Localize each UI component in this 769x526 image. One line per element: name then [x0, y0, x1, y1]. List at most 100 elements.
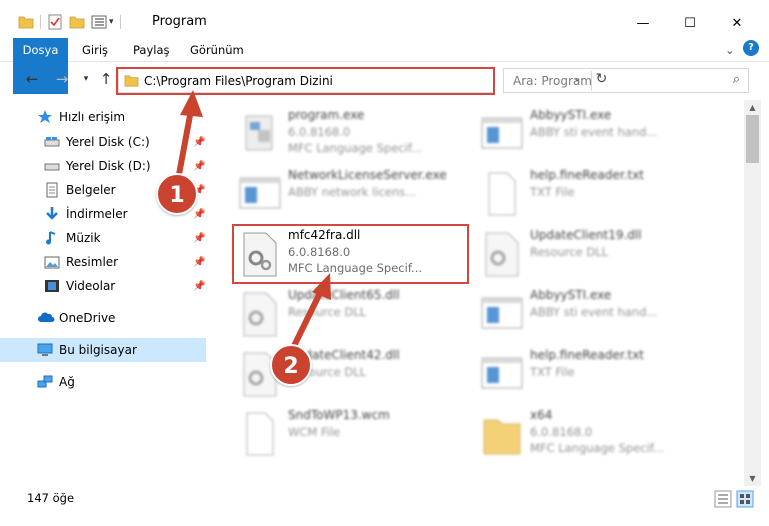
ribbon-tabs: Dosya Giriş Paylaş Görünüm ⌄ ?	[0, 38, 769, 94]
documents-icon	[44, 182, 60, 198]
sidebar-item-label: OneDrive	[59, 311, 116, 325]
navigation-pane: Hızlı erişim Yerel Disk (C:) 📌 Yerel Dis…	[0, 100, 208, 486]
computer-icon	[37, 342, 53, 358]
file-item[interactable]: program.exe 6.0.8168.0 MFC Language Spec…	[238, 108, 478, 164]
scroll-down-icon[interactable]: ▼	[744, 471, 761, 486]
sidebar-item-label: Müzik	[66, 231, 101, 245]
sidebar-item-label: Ağ	[59, 375, 75, 389]
scrollbar-thumb[interactable]	[746, 115, 759, 163]
folder-icon	[483, 419, 521, 455]
file-item[interactable]: UpdateClient19.dll Resource DLL	[480, 228, 720, 284]
quick-access-toolbar: ▾	[18, 12, 127, 32]
file-item[interactable]: SndToWP13.wcm WCM File	[238, 408, 478, 464]
sidebar-item-local-disk-c[interactable]: Yerel Disk (C:) 📌	[0, 130, 206, 154]
file-item[interactable]: help.fineReader.txt TXT File	[480, 348, 720, 404]
new-folder-icon[interactable]	[69, 15, 85, 29]
file-item[interactable]: NetworkLicenseServer.exe ABBY network li…	[238, 168, 478, 224]
separator	[40, 15, 41, 29]
file-item[interactable]: AbbyySTI.exe ABBY sti event hand...	[480, 108, 720, 164]
sidebar-item-pictures[interactable]: Resimler 📌	[0, 250, 206, 274]
scroll-up-icon[interactable]: ▲	[744, 100, 761, 115]
file-description: MFC Language Specif...	[288, 141, 423, 155]
pin-icon[interactable]: 📌	[193, 137, 205, 148]
app-window-icon	[481, 357, 523, 389]
music-icon	[44, 230, 60, 246]
file-name: program.exe	[288, 108, 365, 122]
close-button[interactable]: ✕	[714, 8, 760, 38]
file-description: ABBY sti event hand...	[530, 305, 658, 319]
sidebar-item-onedrive[interactable]: OneDrive	[0, 306, 206, 330]
download-icon	[44, 206, 60, 222]
tab-share[interactable]: Paylaş	[133, 38, 170, 62]
file-name: SndToWP13.wcm	[288, 408, 390, 422]
drive-icon	[44, 134, 60, 150]
folder-icon	[18, 16, 34, 29]
sidebar-item-label: Resimler	[66, 255, 119, 269]
pin-icon[interactable]: 📌	[193, 257, 205, 268]
tab-home[interactable]: Giriş	[82, 38, 108, 62]
drive-icon	[44, 158, 60, 174]
exe-icon	[245, 115, 273, 151]
forward-arrow-icon[interactable]: →	[52, 70, 72, 90]
large-icons-view-icon[interactable]	[736, 490, 754, 508]
maximize-button[interactable]: ☐	[667, 8, 713, 38]
step-1-badge: 1	[156, 173, 198, 215]
file-version: 6.0.8168.0	[530, 425, 593, 439]
file-item-mfc42fra[interactable]: mfc42fra.dll 6.0.8168.0 MFC Language Spe…	[238, 228, 478, 284]
sidebar-item-videos[interactable]: Videolar 📌	[0, 274, 206, 298]
app-window-icon	[481, 117, 523, 149]
sidebar-item-music[interactable]: Müzik 📌	[0, 226, 206, 250]
app-window-icon	[481, 297, 523, 329]
file-name: AbbyySTI.exe	[530, 288, 612, 302]
view-options-icon[interactable]	[91, 15, 107, 29]
vertical-scrollbar[interactable]: ▲ ▼	[744, 100, 761, 486]
star-icon	[37, 109, 53, 125]
pin-icon[interactable]: 📌	[193, 281, 205, 292]
file-type: Resource DLL	[288, 305, 367, 319]
sidebar-item-quick-access[interactable]: Hızlı erişim	[0, 105, 206, 129]
search-input[interactable]: Ara: Program	[513, 74, 592, 88]
app-window-icon	[239, 177, 281, 209]
pin-icon[interactable]: 📌	[193, 161, 205, 172]
separator	[119, 15, 121, 29]
file-item[interactable]: x64 6.0.8168.0 MFC Language Specif...	[480, 408, 720, 464]
pin-icon[interactable]: 📌	[193, 209, 205, 220]
file-type: TXT File	[530, 185, 575, 199]
file-version: 6.0.8168.0	[288, 245, 351, 259]
tab-view[interactable]: Görünüm	[190, 38, 244, 62]
file-description: MFC Language Specif...	[530, 441, 665, 455]
pin-icon[interactable]: 📌	[193, 233, 205, 244]
sidebar-item-label: İndirmeler	[66, 207, 128, 221]
file-item[interactable]: AbbyySTI.exe ABBY sti event hand...	[480, 288, 720, 344]
file-description: ABBY sti event hand...	[530, 125, 658, 139]
dll-gear-icon	[243, 232, 277, 277]
sidebar-item-this-pc[interactable]: Bu bilgisayar	[0, 338, 206, 362]
details-view-icon[interactable]	[714, 490, 732, 508]
dll-gear-icon	[485, 232, 519, 277]
ribbon-expand-icon[interactable]: ⌄	[725, 38, 735, 62]
video-icon	[44, 278, 60, 294]
minimize-button[interactable]: —	[620, 8, 666, 38]
file-type: Resource DLL	[530, 245, 609, 259]
blank-file-icon	[246, 412, 274, 456]
file-list: program.exe 6.0.8168.0 MFC Language Spec…	[212, 100, 742, 486]
search-icon[interactable]: ⌕	[733, 72, 740, 87]
properties-icon[interactable]	[47, 14, 63, 30]
file-item[interactable]: UpdateClient65.dll Resource DLL	[238, 288, 478, 344]
window-title: Program	[152, 14, 207, 29]
recent-locations-icon[interactable]: ▾	[76, 74, 96, 94]
file-item[interactable]: help.fineReader.txt TXT File	[480, 168, 720, 224]
file-name: help.fineReader.txt	[530, 348, 644, 362]
address-highlight-box	[116, 67, 495, 95]
customize-dropdown-icon[interactable]: ▾	[109, 17, 114, 27]
help-button[interactable]: ?	[743, 40, 759, 56]
back-arrow-icon[interactable]: ←	[22, 70, 42, 90]
file-name: help.fineReader.txt	[530, 168, 644, 182]
search-box[interactable]: Ara: Program ⌕	[503, 68, 749, 93]
file-name: NetworkLicenseServer.exe	[288, 168, 447, 182]
up-arrow-icon[interactable]: ↑	[96, 70, 116, 90]
sidebar-item-network[interactable]: Ağ	[0, 370, 206, 394]
cloud-icon	[37, 310, 55, 326]
sidebar-item-label: Hızlı erişim	[59, 110, 126, 124]
file-type: TXT File	[530, 365, 575, 379]
